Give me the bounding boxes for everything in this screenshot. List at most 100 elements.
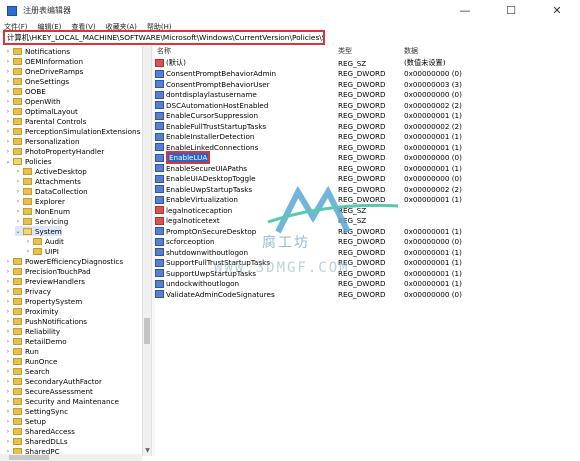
value-name-cell[interactable]: DSCAutomationHostEnabled — [155, 101, 268, 110]
minimize-button[interactable]: — — [442, 0, 488, 21]
value-name-cell[interactable]: ConsentPromptBehaviorAdmin — [155, 69, 276, 78]
value-row[interactable]: legalnoticecaption REG_SZ — [155, 205, 580, 215]
chevron-right-icon[interactable]: › — [5, 438, 11, 445]
value-row[interactable]: EnableFullTrustStartupTasks REG_DWORD 0x00… — [155, 121, 580, 131]
value-row[interactable]: undockwithoutlogon REG_DWORD 0x00000001 (1… — [155, 279, 580, 289]
chevron-right-icon[interactable]: › — [5, 288, 11, 295]
value-name-cell[interactable]: PromptOnSecureDesktop — [155, 227, 256, 236]
tree-item[interactable]: › UIPI — [25, 246, 59, 256]
chevron-right-icon[interactable]: › — [5, 388, 11, 395]
chevron-down-icon[interactable]: ⌄ — [5, 158, 11, 165]
tree-item[interactable]: › Reliability — [5, 326, 60, 336]
tree-item[interactable]: › Security and Maintenance — [5, 396, 119, 406]
tree-item[interactable]: › SettingSync — [5, 406, 68, 416]
chevron-right-icon[interactable]: › — [5, 428, 11, 435]
tree-item[interactable]: › PhotoPropertyHandler — [5, 146, 104, 156]
tree-item[interactable]: › SecondaryAuthFactor — [5, 376, 102, 386]
chevron-right-icon[interactable]: › — [25, 248, 31, 255]
value-row[interactable]: PromptOnSecureDesktop REG_DWORD 0x00000001… — [155, 226, 580, 236]
chevron-right-icon[interactable]: › — [5, 78, 11, 85]
chevron-right-icon[interactable]: › — [5, 338, 11, 345]
tree-item[interactable]: › OptimalLayout — [5, 106, 78, 116]
chevron-right-icon[interactable]: › — [5, 68, 11, 75]
value-row[interactable]: EnableSecureUIAPaths REG_DWORD 0x00000001 … — [155, 163, 580, 173]
chevron-right-icon[interactable]: › — [5, 268, 11, 275]
tree-item[interactable]: › Run — [5, 346, 39, 356]
tree-vertical-scrollbar[interactable]: ▼ — [142, 46, 151, 456]
chevron-right-icon[interactable]: › — [15, 168, 21, 175]
chevron-right-icon[interactable]: › — [15, 208, 21, 215]
value-name-cell[interactable]: EnableSecureUIAPaths — [155, 164, 247, 173]
chevron-right-icon[interactable]: › — [5, 58, 11, 65]
chevron-right-icon[interactable]: › — [5, 398, 11, 405]
tree-item[interactable]: › Personalization — [5, 136, 80, 146]
tree-item[interactable]: › OneSettings — [5, 76, 69, 86]
value-name-cell[interactable]: EnableUwpStartupTasks — [155, 185, 252, 194]
value-row[interactable]: scforceoption REG_DWORD 0x00000000 (0) — [155, 237, 580, 247]
chevron-right-icon[interactable]: › — [25, 238, 31, 245]
chevron-right-icon[interactable]: › — [5, 258, 11, 265]
value-row[interactable]: shutdownwithoutlogon REG_DWORD 0x00000001 … — [155, 247, 580, 257]
chevron-right-icon[interactable]: › — [15, 178, 21, 185]
tree-item[interactable]: › PerceptionSimulationExtensions — [5, 126, 141, 136]
chevron-right-icon[interactable]: › — [5, 408, 11, 415]
value-name-cell[interactable]: shutdownwithoutlogon — [155, 248, 248, 257]
value-name-cell[interactable]: EnableUIADesktopToggle — [155, 174, 256, 183]
chevron-right-icon[interactable]: › — [5, 308, 11, 315]
tree-item[interactable]: › Explorer — [15, 196, 65, 206]
chevron-right-icon[interactable]: › — [15, 218, 21, 225]
tree-item[interactable]: › DataCollection — [15, 186, 88, 196]
tree-item[interactable]: › NonEnum — [15, 206, 70, 216]
chevron-right-icon[interactable]: › — [15, 188, 21, 195]
chevron-right-icon[interactable]: › — [5, 318, 11, 325]
chevron-right-icon[interactable]: › — [5, 148, 11, 155]
tree-item[interactable]: › Proximity — [5, 306, 59, 316]
tree-item[interactable]: › RunOnce — [5, 356, 58, 366]
chevron-right-icon[interactable]: › — [5, 128, 11, 135]
chevron-right-icon[interactable]: › — [5, 138, 11, 145]
value-row[interactable]: dontdisplaylastusername REG_DWORD 0x000000… — [155, 90, 580, 100]
value-row[interactable]: (默认) REG_SZ (数值未设置) — [155, 58, 580, 68]
chevron-right-icon[interactable]: › — [5, 118, 11, 125]
chevron-right-icon[interactable]: › — [5, 418, 11, 425]
chevron-right-icon[interactable]: › — [5, 348, 11, 355]
value-row[interactable]: EnableInstallerDetection REG_DWORD 0x00000… — [155, 132, 580, 142]
tree-horizontal-scrollbar[interactable] — [0, 454, 142, 461]
value-row[interactable]: EnableLUA REG_DWORD 0x00000000 (0) — [155, 151, 580, 164]
close-button[interactable]: ✕ — [534, 0, 580, 21]
scrollbar-thumb[interactable] — [144, 318, 150, 344]
value-row[interactable]: ConsentPromptBehaviorAdmin REG_DWORD 0x000… — [155, 69, 580, 79]
value-row[interactable]: ValidateAdminCodeSignatures REG_DWORD 0x00… — [155, 289, 580, 299]
tree-item[interactable]: › PushNotifications — [5, 316, 87, 326]
tree-item[interactable]: › OOBE — [5, 86, 46, 96]
column-header-data[interactable]: 数据 — [404, 46, 418, 56]
value-name-cell[interactable]: EnableVirtualization — [155, 195, 238, 204]
chevron-down-icon[interactable]: ⌄ — [15, 228, 21, 235]
tree-item[interactable]: › Notifications — [5, 46, 70, 56]
chevron-right-icon[interactable]: › — [5, 298, 11, 305]
tree-item[interactable]: › Privacy — [5, 286, 51, 296]
tree-item[interactable]: ⌄ Policies — [5, 156, 51, 166]
tree-item[interactable]: › SharedAccess — [5, 426, 75, 436]
value-row[interactable]: legalnoticetext REG_SZ — [155, 216, 580, 226]
value-name-cell[interactable]: EnableInstallerDetection — [155, 132, 254, 141]
value-row[interactable]: EnableLinkedConnections REG_DWORD 0x000000… — [155, 142, 580, 152]
value-name-cell[interactable]: legalnoticecaption — [155, 206, 232, 215]
tree-item[interactable]: › Audit — [25, 236, 64, 246]
tree-item[interactable]: › SharedPC — [5, 446, 60, 454]
tree-item[interactable]: › SecureAssessment — [5, 386, 93, 396]
tree-item[interactable]: › PropertySystem — [5, 296, 82, 306]
chevron-right-icon[interactable]: › — [5, 48, 11, 55]
tree-item[interactable]: › PreviewHandlers — [5, 276, 85, 286]
tree-item[interactable]: › OpenWith — [5, 96, 61, 106]
value-name-cell[interactable]: EnableCursorSuppression — [155, 111, 258, 120]
tree-item[interactable]: › PowerEfficiencyDiagnostics — [5, 256, 123, 266]
value-row[interactable]: EnableUwpStartupTasks REG_DWORD 0x00000002… — [155, 184, 580, 194]
tree-item[interactable]: › Attachments — [15, 176, 81, 186]
chevron-right-icon[interactable]: › — [5, 108, 11, 115]
chevron-right-icon[interactable]: › — [5, 98, 11, 105]
chevron-right-icon[interactable]: › — [5, 378, 11, 385]
value-name-cell[interactable]: scforceoption — [155, 237, 215, 246]
column-header-type[interactable]: 类型 — [338, 46, 352, 56]
tree-item[interactable]: › PrecisionTouchPad — [5, 266, 91, 276]
